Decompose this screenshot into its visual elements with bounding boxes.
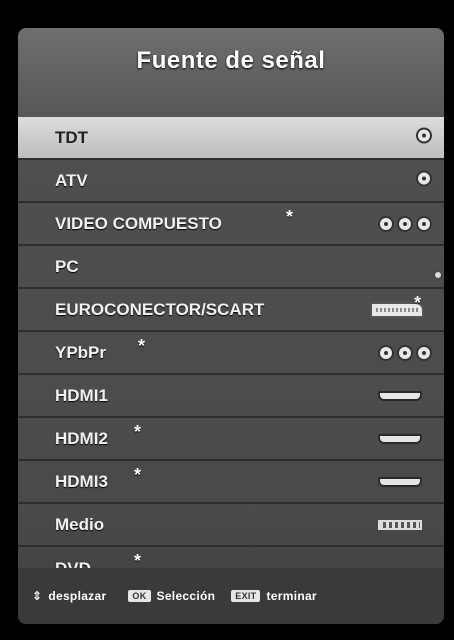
source-label: Medio	[55, 514, 105, 534]
source-item-scart[interactable]: EUROCONECTOR/SCART *	[18, 289, 444, 332]
scroll-hint: desplazar	[48, 589, 107, 603]
rca-triple-icon	[378, 215, 432, 232]
menu-title: Fuente de señal	[136, 47, 326, 74]
exit-hint: terminar	[266, 589, 317, 603]
rca-triple-icon	[378, 344, 432, 361]
source-item-video-compuesto[interactable]: VIDEO COMPUESTO *	[18, 203, 444, 246]
star-mark: *	[414, 293, 422, 313]
source-item-pc[interactable]: PC	[18, 246, 444, 289]
source-item-tdt[interactable]: TDT	[18, 117, 444, 160]
exit-key-icon: EXIT	[231, 590, 261, 602]
source-item-ypbpr[interactable]: YPbPr *	[18, 332, 444, 375]
signal-source-menu: Fuente de señal TDT ATV VIDEO COMPUESTO …	[18, 28, 444, 624]
source-item-atv[interactable]: ATV	[18, 160, 444, 203]
usb-icon	[378, 519, 422, 530]
select-hint: Selección	[156, 589, 216, 603]
key-hint-bar: ⇕ desplazar OK Selección EXIT terminar	[18, 568, 444, 624]
source-label: PC	[55, 256, 79, 276]
rca-single-icon	[416, 127, 432, 148]
tv-screen: Fuente de señal TDT ATV VIDEO COMPUESTO …	[0, 0, 454, 640]
star-mark: *	[138, 336, 146, 356]
star-mark: *	[286, 207, 294, 227]
source-label: HDMI3	[55, 471, 108, 491]
source-item-hdmi3[interactable]: HDMI3 *	[18, 461, 444, 504]
hdmi-icon	[378, 433, 422, 444]
star-mark: *	[134, 422, 142, 442]
up-down-arrows-icon: ⇕	[32, 589, 43, 603]
hdmi-icon	[378, 390, 422, 401]
source-label: TDT	[55, 127, 89, 147]
source-item-hdmi1[interactable]: HDMI1	[18, 375, 444, 418]
source-list: TDT ATV VIDEO COMPUESTO * PC EUROCONECTO…	[18, 117, 444, 590]
source-label: HDMI1	[55, 385, 108, 405]
star-mark: *	[134, 465, 142, 485]
source-item-medio[interactable]: Medio	[18, 504, 444, 547]
hdmi-icon	[378, 476, 422, 487]
source-label: HDMI2	[55, 428, 108, 448]
source-item-hdmi2[interactable]: HDMI2 *	[18, 418, 444, 461]
source-label: ATV	[55, 170, 88, 190]
rca-single-icon	[416, 170, 432, 191]
source-label: YPbPr	[55, 342, 107, 362]
ok-key-icon: OK	[128, 590, 151, 602]
source-label: VIDEO COMPUESTO	[55, 213, 222, 233]
source-label: EUROCONECTOR/SCART	[55, 299, 265, 319]
